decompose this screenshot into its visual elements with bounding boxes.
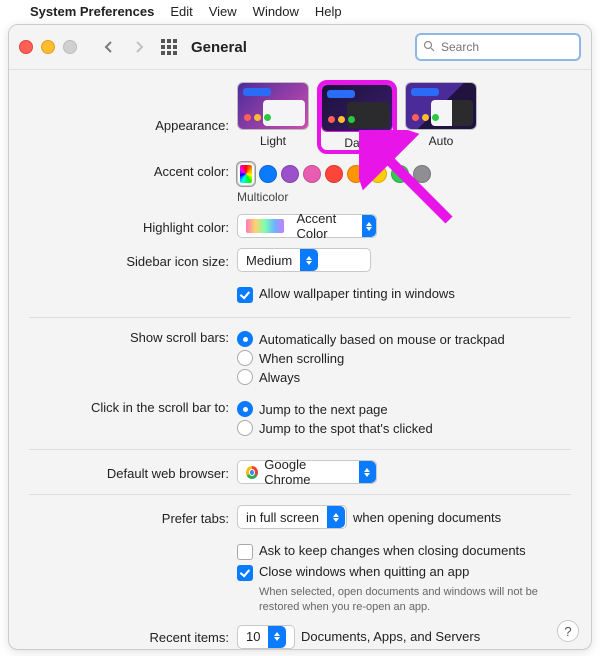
accent-swatch-8[interactable]	[413, 165, 431, 183]
zoom-window-button	[63, 40, 77, 54]
scrollbars-label: Show scroll bars:	[29, 328, 237, 345]
window-controls	[19, 40, 77, 54]
accent-color-picker	[237, 162, 571, 186]
highlight-swatch	[246, 219, 284, 233]
close-window-button[interactable]	[19, 40, 33, 54]
divider	[29, 494, 571, 495]
appearance-light[interactable]: Light	[237, 82, 309, 148]
sidebar-size-label: Sidebar icon size:	[29, 252, 237, 269]
chevron-updown-icon	[359, 461, 376, 483]
scrollbar-scrolling-radio[interactable]: When scrolling	[237, 350, 571, 366]
menubar-item-view[interactable]: View	[209, 4, 237, 19]
sidebar-size-value: Medium	[238, 253, 300, 268]
accent-swatch-6[interactable]	[369, 165, 387, 183]
radio-icon	[237, 420, 253, 436]
prefer-tabs-value: in full screen	[238, 510, 327, 525]
system-menubar: System Preferences Edit View Window Help	[0, 0, 600, 22]
accent-selected-label: Multicolor	[237, 190, 571, 204]
scrollbar-auto-radio[interactable]: Automatically based on mouse or trackpad	[237, 331, 571, 347]
prefer-tabs-suffix: when opening documents	[353, 510, 501, 525]
default-browser-select[interactable]: Google Chrome	[237, 460, 377, 484]
help-button[interactable]: ?	[557, 620, 579, 642]
forward-button[interactable]	[129, 37, 149, 57]
accent-swatch-5[interactable]	[347, 165, 365, 183]
prefer-tabs-select[interactable]: in full screen	[237, 505, 347, 529]
accent-swatch-3[interactable]	[303, 165, 321, 183]
appearance-dark[interactable]: Dark	[319, 82, 395, 152]
thumbnail-auto	[405, 82, 477, 130]
minimize-window-button[interactable]	[41, 40, 55, 54]
close-windows-label: Close windows when quitting an app	[259, 564, 469, 579]
app-name[interactable]: System Preferences	[30, 4, 154, 19]
accent-swatch-4[interactable]	[325, 165, 343, 183]
thumbnail-dark	[321, 84, 393, 132]
accent-swatch-2[interactable]	[281, 165, 299, 183]
recent-items-value: 10	[238, 629, 268, 644]
ask-keep-changes-checkbox[interactable]: Ask to keep changes when closing documen…	[237, 543, 571, 560]
wallpaper-tint-label: Allow wallpaper tinting in windows	[259, 286, 455, 301]
chevron-updown-icon	[268, 626, 286, 648]
appearance-auto-label: Auto	[429, 134, 454, 148]
radio-icon	[237, 350, 253, 366]
accent-label: Accent color:	[29, 162, 237, 179]
prefer-tabs-label: Prefer tabs:	[29, 509, 237, 526]
accent-swatch-7[interactable]	[391, 165, 409, 183]
recent-items-select[interactable]: 10	[237, 625, 295, 649]
close-windows-note: When selected, open documents and window…	[259, 585, 571, 615]
chevron-updown-icon	[362, 215, 376, 237]
highlight-color-select[interactable]: Accent Color	[237, 214, 377, 238]
search-input[interactable]	[439, 39, 573, 55]
sidebar-size-select[interactable]: Medium	[237, 248, 371, 272]
ask-keep-changes-label: Ask to keep changes when closing documen…	[259, 543, 526, 558]
window-title: General	[191, 39, 247, 56]
scrollbar-always-radio[interactable]: Always	[237, 369, 571, 385]
menubar-item-window[interactable]: Window	[253, 4, 299, 19]
highlight-label: Highlight color:	[29, 218, 237, 235]
search-field[interactable]	[415, 33, 581, 61]
radio-icon	[237, 401, 253, 417]
back-button[interactable]	[99, 37, 119, 57]
default-browser-label: Default web browser:	[29, 464, 237, 481]
recent-items-label: Recent items:	[29, 628, 237, 645]
click-scroll-spot-radio[interactable]: Jump to the spot that's clicked	[237, 420, 571, 436]
show-all-button[interactable]	[159, 37, 179, 57]
divider	[29, 317, 571, 318]
grid-icon	[161, 39, 177, 55]
menubar-item-edit[interactable]: Edit	[170, 4, 192, 19]
checkbox-icon	[237, 544, 253, 560]
general-pane: Appearance: Light Dark Auto	[9, 70, 591, 650]
click-scroll-page-radio[interactable]: Jump to the next page	[237, 401, 571, 417]
search-icon	[423, 40, 435, 55]
preferences-window: General Appearance: Light	[8, 24, 592, 650]
appearance-light-label: Light	[260, 134, 286, 148]
close-windows-checkbox[interactable]: Close windows when quitting an app	[237, 564, 571, 581]
click-scroll-label: Click in the scroll bar to:	[29, 398, 237, 415]
radio-icon	[237, 331, 253, 347]
appearance-auto[interactable]: Auto	[405, 82, 477, 148]
menubar-item-help[interactable]: Help	[315, 4, 342, 19]
chrome-icon	[246, 466, 258, 479]
wallpaper-tint-checkbox[interactable]: Allow wallpaper tinting in windows	[237, 286, 571, 303]
chevron-updown-icon	[300, 249, 318, 271]
appearance-label: Appearance:	[29, 82, 237, 133]
checkbox-icon	[237, 565, 253, 581]
thumbnail-light	[237, 82, 309, 130]
accent-swatch-1[interactable]	[259, 165, 277, 183]
window-titlebar: General	[9, 25, 591, 70]
recent-items-suffix: Documents, Apps, and Servers	[301, 629, 480, 644]
chevron-updown-icon	[327, 506, 345, 528]
highlight-value: Accent Color	[296, 211, 353, 241]
appearance-dark-label: Dark	[344, 136, 369, 150]
divider	[29, 449, 571, 450]
checkbox-icon	[237, 287, 253, 303]
radio-icon	[237, 369, 253, 385]
accent-swatch-0[interactable]	[237, 162, 255, 186]
default-browser-value: Google Chrome	[264, 457, 351, 487]
